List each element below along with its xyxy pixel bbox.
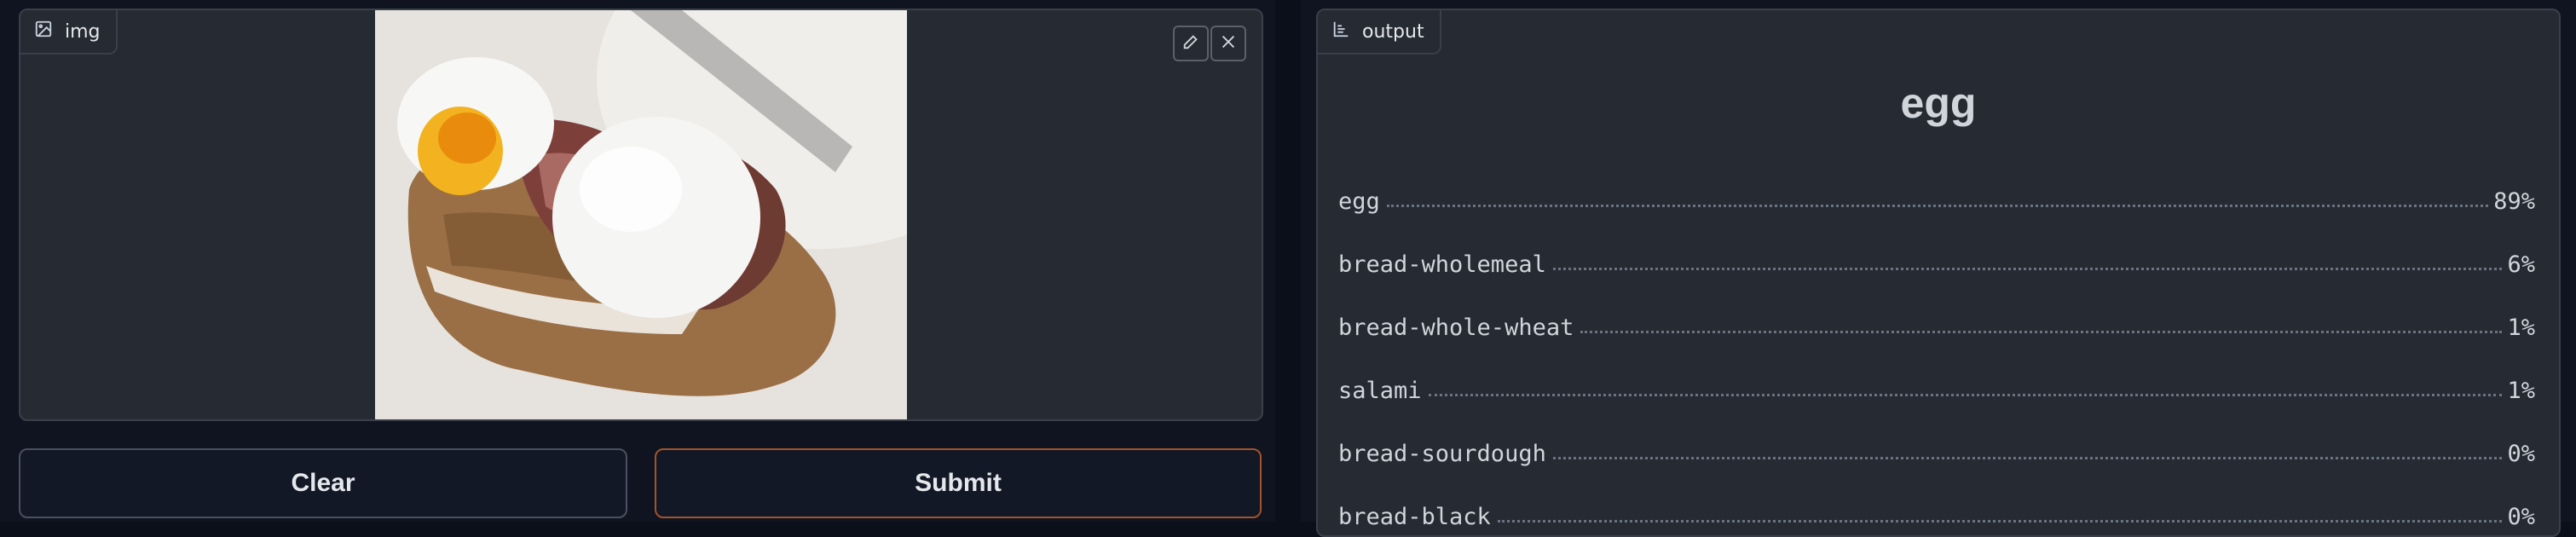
dotted-leader	[1386, 205, 2489, 207]
class-confidence: 0%	[2507, 504, 2535, 530]
pencil-icon	[1181, 32, 1200, 55]
class-confidence: 1%	[2507, 378, 2535, 404]
predicted-label: egg	[1900, 79, 1977, 127]
confidence-row[interactable]: bread-wholemeal 6%	[1338, 244, 2535, 278]
confidence-row[interactable]: bread-whole-wheat 1%	[1338, 307, 2535, 341]
dotted-leader	[1552, 268, 2503, 270]
close-icon	[1219, 32, 1238, 55]
class-confidence: 0%	[2507, 441, 2535, 467]
submit-button[interactable]: Submit	[655, 448, 1262, 518]
confidence-row[interactable]: egg 89%	[1338, 181, 2535, 215]
image-icon	[34, 20, 53, 43]
input-column: img Clear Submit	[0, 0, 1275, 522]
dotted-leader	[1580, 331, 2503, 333]
class-label: bread-black	[1338, 504, 1491, 530]
uploaded-image[interactable]	[375, 10, 907, 419]
confidence-row[interactable]: salami 1%	[1338, 370, 2535, 404]
output-column: output egg egg 89% bread-wholemeal 6% br…	[1301, 0, 2576, 537]
label-output-panel: output egg egg 89% bread-wholemeal 6% br…	[1316, 9, 2561, 537]
image-label-tab: img	[20, 10, 118, 55]
class-label: bread-sourdough	[1338, 441, 1546, 467]
output-label-tab: output	[1318, 10, 1441, 55]
confidence-row[interactable]: bread-black 0%	[1338, 496, 2535, 530]
class-label: salami	[1338, 378, 1422, 404]
class-label: egg	[1338, 188, 1380, 215]
class-confidence: 1%	[2507, 315, 2535, 341]
edit-image-button[interactable]	[1173, 26, 1209, 61]
image-input-panel: img	[19, 9, 1263, 421]
clear-image-button[interactable]	[1210, 26, 1246, 61]
class-confidence: 6%	[2507, 251, 2535, 278]
class-label: bread-wholemeal	[1338, 251, 1546, 278]
image-label: img	[65, 20, 101, 43]
confidence-row[interactable]: bread-sourdough 0%	[1338, 433, 2535, 467]
class-label: bread-whole-wheat	[1338, 315, 1574, 341]
chart-icon	[1331, 20, 1350, 43]
dotted-leader	[1428, 394, 2503, 396]
output-label: output	[1362, 20, 1424, 43]
class-confidence: 89%	[2493, 188, 2535, 215]
dotted-leader	[1552, 457, 2503, 459]
clear-button[interactable]: Clear	[19, 448, 627, 518]
